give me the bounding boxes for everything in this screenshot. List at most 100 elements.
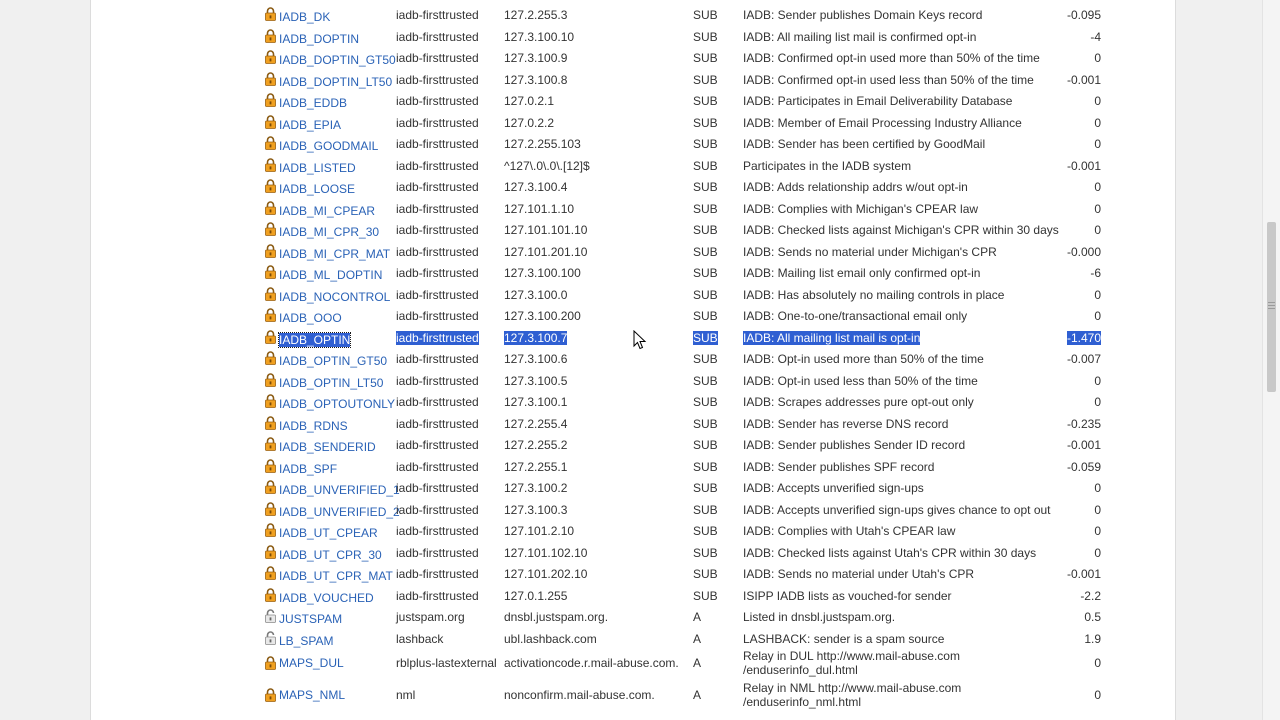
table-row[interactable]: IADB_SENDERID iadb-firsttrusted 127.2.255.… — [259, 434, 1155, 456]
table-row[interactable]: IADB_DOPTIN iadb-firsttrusted 127.3.100.10… — [259, 26, 1155, 48]
rule-name-link[interactable]: IADB_RDNS — [279, 419, 348, 433]
table-row[interactable]: IADB_EDDB iadb-firsttrusted 127.0.2.1 SUB IA… — [259, 90, 1155, 112]
table-row[interactable]: IADB_SPF iadb-firsttrusted 127.2.255.1 SUB I… — [259, 456, 1155, 478]
table-row[interactable]: IADB_UNVERIFIED_1 iadb-firsttrusted 127.3.… — [259, 477, 1155, 499]
rule-name-link[interactable]: IADB_UT_CPEAR — [279, 526, 378, 540]
lock-icon — [265, 136, 276, 150]
rule-name-link[interactable]: IADB_DOPTIN_LT50 — [279, 75, 392, 89]
rule-name-link[interactable]: JUSTSPAM — [279, 612, 342, 626]
rule-name-link[interactable]: IADB_OOO — [279, 311, 342, 325]
rule-name-link[interactable]: IADB_MI_CPEAR — [279, 204, 375, 218]
rule-name-link[interactable]: IADB_OPTOUTONLY — [279, 397, 395, 411]
rule-name-link[interactable]: IADB_SPF — [279, 462, 337, 476]
rule-name-link[interactable]: IADB_DOPTIN — [279, 32, 359, 46]
rule-name-link[interactable]: IADB_VOUCHED — [279, 591, 374, 605]
lock-icon — [265, 566, 276, 580]
table-row[interactable]: IADB_GOODMAIL iadb-firsttrusted 127.2.255.… — [259, 133, 1155, 155]
rule-name-link[interactable]: IADB_NOCONTROL — [279, 290, 390, 304]
rule-name-link[interactable]: IADB_EPIA — [279, 118, 341, 132]
rule-source: iadb-firsttrusted — [396, 352, 479, 366]
table-row[interactable]: IADB_UT_CPR_30 iadb-firsttrusted 127.101.1… — [259, 542, 1155, 564]
rule-name-link[interactable]: LB_SPAM — [279, 634, 333, 648]
rule-description: IADB: Sends no material under Utah's CPR — [743, 567, 975, 581]
rule-name-link[interactable]: IADB_OPTIN_LT50 — [279, 376, 383, 390]
lock-icon — [265, 372, 276, 387]
rule-name-link[interactable]: IADB_MI_CPR_MAT — [279, 247, 390, 261]
table-row[interactable]: IADB_MI_CPR_30 iadb-firsttrusted 127.101.1… — [259, 219, 1155, 241]
table-row[interactable]: IADB_LISTED iadb-firsttrusted ^127\.0\.0\.… — [259, 155, 1155, 177]
rule-score-value: 0 — [1094, 502, 1101, 517]
rule-score: 0 — [1039, 202, 1101, 216]
rule-name-link[interactable]: IADB_ML_DOPTIN — [279, 268, 382, 282]
rule-score-value: -0.001 — [1066, 158, 1101, 173]
table-row[interactable]: IADB_UNVERIFIED_2 iadb-firsttrusted 127.3.… — [259, 499, 1155, 521]
rule-score-value: -0.007 — [1066, 352, 1101, 366]
rule-description: LASHBACK: sender is a spam source — [743, 631, 945, 646]
rule-value: 127.101.101.10 — [504, 223, 588, 237]
table-row[interactable]: IADB_OPTIN_LT50 iadb-firsttrusted 127.3.10… — [259, 370, 1155, 392]
table-row[interactable]: IADB_OPTIN_GT50 iadb-firsttrusted 127.3.10… — [259, 348, 1155, 370]
unlock-icon — [265, 609, 276, 623]
rule-value: ^127\.0\.0\.[12]$ — [504, 158, 590, 173]
rule-name-link[interactable]: IADB_MI_CPR_30 — [279, 225, 379, 239]
rule-name-link[interactable]: IADB_UNVERIFIED_1 — [279, 483, 400, 497]
vertical-scrollbar[interactable] — [1262, 0, 1280, 720]
rule-score-value: 0 — [1094, 201, 1101, 216]
rule-name-link[interactable]: MAPS_NML — [279, 688, 345, 702]
rule-source: iadb-firsttrusted — [396, 481, 479, 495]
rule-name-link[interactable]: IADB_UNVERIFIED_2 — [279, 505, 400, 519]
table-row[interactable]: IADB_MI_CPEAR iadb-firsttrusted 127.101.1.… — [259, 198, 1155, 220]
rule-type: SUB — [693, 244, 718, 259]
table-row[interactable]: IADB_EPIA iadb-firsttrusted 127.0.2.2 SUB IA… — [259, 112, 1155, 134]
rule-source: iadb-firsttrusted — [396, 8, 479, 22]
table-row[interactable]: IADB_LOOSE iadb-firsttrusted 127.3.100.4 SU… — [259, 176, 1155, 198]
rule-source: iadb-firsttrusted — [396, 201, 479, 216]
scrollbar-thumb[interactable] — [1267, 222, 1276, 392]
table-row[interactable]: MAPS_DUL rblplus-lastexternal activationco… — [259, 649, 1155, 681]
table-row[interactable]: IADB_OPTOUTONLY iadb-firsttrusted 127.3.10… — [259, 391, 1155, 413]
rule-name-link[interactable]: IADB_LOOSE — [279, 182, 355, 196]
table-row[interactable]: IADB_DOPTIN_LT50 iadb-firsttrusted 127.3.1… — [259, 69, 1155, 91]
rule-name-link[interactable]: IADB_DOPTIN_GT50 — [279, 53, 396, 67]
rule-source: rblplus-lastexternal — [396, 656, 497, 670]
rule-score-value: -1.470 — [1066, 330, 1101, 345]
rule-source: iadb-firsttrusted — [396, 244, 479, 259]
table-row[interactable]: MAPS_NML nml nonconfirm.mail-abuse.com. A Re… — [259, 681, 1155, 713]
table-row[interactable]: IADB_OPTIN iadb-firsttrusted 127.3.100.7 SU… — [259, 327, 1155, 349]
rule-name-link[interactable]: IADB_OPTIN — [277, 331, 352, 348]
lock-icon — [265, 243, 276, 258]
rule-name-link[interactable]: IADB_UT_CPR_MAT — [279, 569, 393, 583]
lock-icon — [265, 179, 276, 193]
table-row[interactable]: IADB_VOUCHED iadb-firsttrusted 127.0.1.255… — [259, 585, 1155, 607]
table-row[interactable]: IADB_ML_DOPTIN iadb-firsttrusted 127.3.100… — [259, 262, 1155, 284]
table-row[interactable]: IADB_DOPTIN_GT50 iadb-firsttrusted 127.3.1… — [259, 47, 1155, 69]
rule-name-link[interactable]: IADB_UT_CPR_30 — [279, 548, 382, 562]
rule-name-link[interactable]: IADB_OPTIN_GT50 — [279, 354, 387, 368]
table-row[interactable]: JUSTSPAM justspam.org dnsbl.justspam.org. A… — [259, 606, 1155, 628]
rule-name-link[interactable]: IADB_LISTED — [279, 161, 356, 175]
rule-score: 0 — [1039, 116, 1101, 130]
table-row[interactable]: IADB_UT_CPR_MAT iadb-firsttrusted 127.101.… — [259, 563, 1155, 585]
rule-score-value: -0.059 — [1066, 459, 1101, 474]
table-row[interactable]: IADB_NOCONTROL iadb-firsttrusted 127.3.100… — [259, 284, 1155, 306]
table-row[interactable]: IADB_OOO iadb-firsttrusted 127.3.100.200 SU… — [259, 305, 1155, 327]
table-row[interactable]: LB_SPAM lashback ubl.lashback.com A LASHBACK… — [259, 628, 1155, 650]
table-row[interactable]: IADB_MI_CPR_MAT iadb-firsttrusted 127.101.… — [259, 241, 1155, 263]
rule-type: A — [693, 631, 702, 646]
rule-name-link[interactable]: IADB_DK — [279, 10, 330, 24]
rule-name-link[interactable]: IADB_EDDB — [279, 96, 347, 110]
lock-icon — [265, 50, 276, 64]
table-row[interactable]: IADB_RDNS iadb-firsttrusted 127.2.255.4 SUB… — [259, 413, 1155, 435]
rule-name-link[interactable]: IADB_GOODMAIL — [279, 139, 378, 153]
rule-source: iadb-firsttrusted — [396, 524, 479, 538]
rule-name-link[interactable]: MAPS_DUL — [279, 656, 344, 670]
rule-description: IADB: Opt-in used less than 50% of the t… — [743, 373, 978, 388]
table-row[interactable]: IADB_DK iadb-firsttrusted 127.2.255.3 SUB IA… — [259, 4, 1155, 26]
rule-score-value: 0 — [1094, 309, 1101, 323]
rule-type: SUB — [693, 137, 718, 151]
rule-value: 127.2.255.3 — [504, 8, 568, 22]
lock-icon — [265, 544, 276, 559]
rule-name-link[interactable]: IADB_SENDERID — [279, 440, 376, 454]
table-row[interactable]: IADB_UT_CPEAR iadb-firsttrusted 127.101.2.… — [259, 520, 1155, 542]
rule-type: SUB — [693, 51, 718, 65]
